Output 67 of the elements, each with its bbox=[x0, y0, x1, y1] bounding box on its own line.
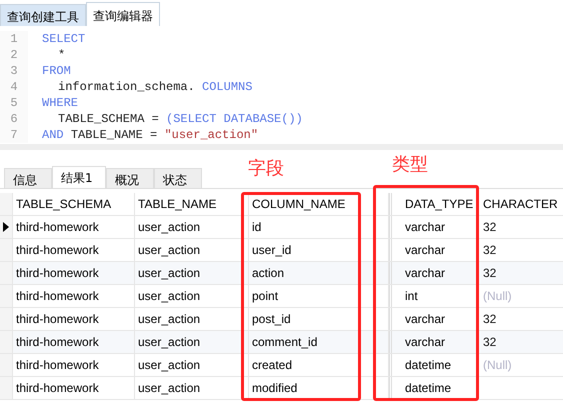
table-cell: varchar bbox=[389, 216, 479, 238]
table-cell: modified bbox=[249, 377, 389, 399]
result-tab[interactable]: 结果1 bbox=[52, 166, 106, 188]
line-number: 7 bbox=[0, 127, 28, 143]
table-cell: user_action bbox=[135, 331, 249, 353]
table-cell: 32 bbox=[483, 220, 496, 234]
column-header[interactable]: COLUMN_NAME bbox=[249, 193, 389, 215]
table-cell: 32 bbox=[483, 335, 496, 349]
table-cell: action bbox=[249, 262, 389, 284]
table-cell: id bbox=[249, 216, 389, 238]
line-number: 2 bbox=[0, 47, 28, 63]
code-line: WHERE bbox=[41, 95, 78, 111]
line-number: 4 bbox=[0, 79, 28, 95]
line-number: 5 bbox=[0, 95, 28, 111]
line-number: 3 bbox=[0, 63, 28, 79]
code-line: AND TABLE_NAME = "user_action" bbox=[41, 127, 258, 143]
table-cell: 32 bbox=[483, 243, 496, 257]
table-cell: created bbox=[249, 354, 389, 376]
sql-editor[interactable]: 1 SELECT 2 * 3 FROM 4 information_schema. COLUMNS 5 WHERE 6 TABLE_SCHEMA = (SELECT DATABASE()) 7 AND TABLE_NAME = "user_action" bbox=[0, 26, 563, 144]
annotation-label: 类型 bbox=[392, 153, 428, 176]
table-cell: third-homework bbox=[13, 285, 135, 307]
row-header[interactable] bbox=[0, 216, 13, 238]
column-header[interactable]: CHARACTER bbox=[479, 193, 563, 215]
table-cell: third-homework bbox=[13, 216, 135, 238]
table-cell: int bbox=[389, 285, 479, 307]
table-cell: user_action bbox=[135, 262, 249, 284]
table-cell: third-homework bbox=[13, 377, 135, 399]
code-line: information_schema. COLUMNS bbox=[57, 79, 252, 95]
table-cell: user_action bbox=[135, 216, 249, 238]
table-cell: datetime bbox=[389, 354, 479, 376]
table-cell: post_id bbox=[249, 308, 389, 330]
column-header[interactable]: DATA_TYPE bbox=[389, 193, 479, 215]
code-line: TABLE_SCHEMA = (SELECT DATABASE()) bbox=[57, 111, 303, 127]
editor-tab[interactable]: 查询创建工具 bbox=[0, 4, 86, 26]
table-cell: varchar bbox=[389, 262, 479, 284]
table-cell: user_id bbox=[249, 239, 389, 261]
table-cell: user_action bbox=[135, 239, 249, 261]
table-cell: 32 bbox=[483, 266, 496, 280]
table-cell: comment_id bbox=[249, 331, 389, 353]
editor-tab[interactable]: 查询编辑器 bbox=[86, 2, 160, 26]
table-cell: third-homework bbox=[13, 354, 135, 376]
table-cell: third-homework bbox=[13, 262, 135, 284]
code-line: * bbox=[57, 47, 66, 63]
column-header[interactable]: TABLE_SCHEMA bbox=[13, 193, 135, 215]
table-cell: datetime bbox=[389, 377, 479, 399]
code-line: SELECT bbox=[41, 31, 86, 47]
table-cell: third-homework bbox=[13, 308, 135, 330]
table-cell: 32 bbox=[483, 312, 496, 326]
column-header[interactable]: TABLE_NAME bbox=[135, 193, 249, 215]
result-tab[interactable]: 状态 bbox=[154, 168, 202, 188]
line-number: 6 bbox=[0, 111, 28, 127]
table-cell: varchar bbox=[389, 331, 479, 353]
table-cell: user_action bbox=[135, 285, 249, 307]
result-tab[interactable]: 概况 bbox=[106, 168, 154, 188]
row-pointer-icon bbox=[3, 222, 9, 232]
table-cell: third-homework bbox=[13, 239, 135, 261]
table-cell: (Null) bbox=[483, 289, 512, 303]
code-line: FROM bbox=[41, 63, 71, 79]
table-cell: user_action bbox=[135, 354, 249, 376]
table-cell: (Null) bbox=[483, 358, 512, 372]
result-tab[interactable]: 信息 bbox=[4, 168, 52, 188]
table-cell: point bbox=[249, 285, 389, 307]
annotation-label: 字段 bbox=[248, 157, 284, 180]
table-cell: user_action bbox=[135, 308, 249, 330]
table-cell: third-homework bbox=[13, 331, 135, 353]
line-number: 1 bbox=[0, 31, 28, 47]
table-cell: user_action bbox=[135, 377, 249, 399]
